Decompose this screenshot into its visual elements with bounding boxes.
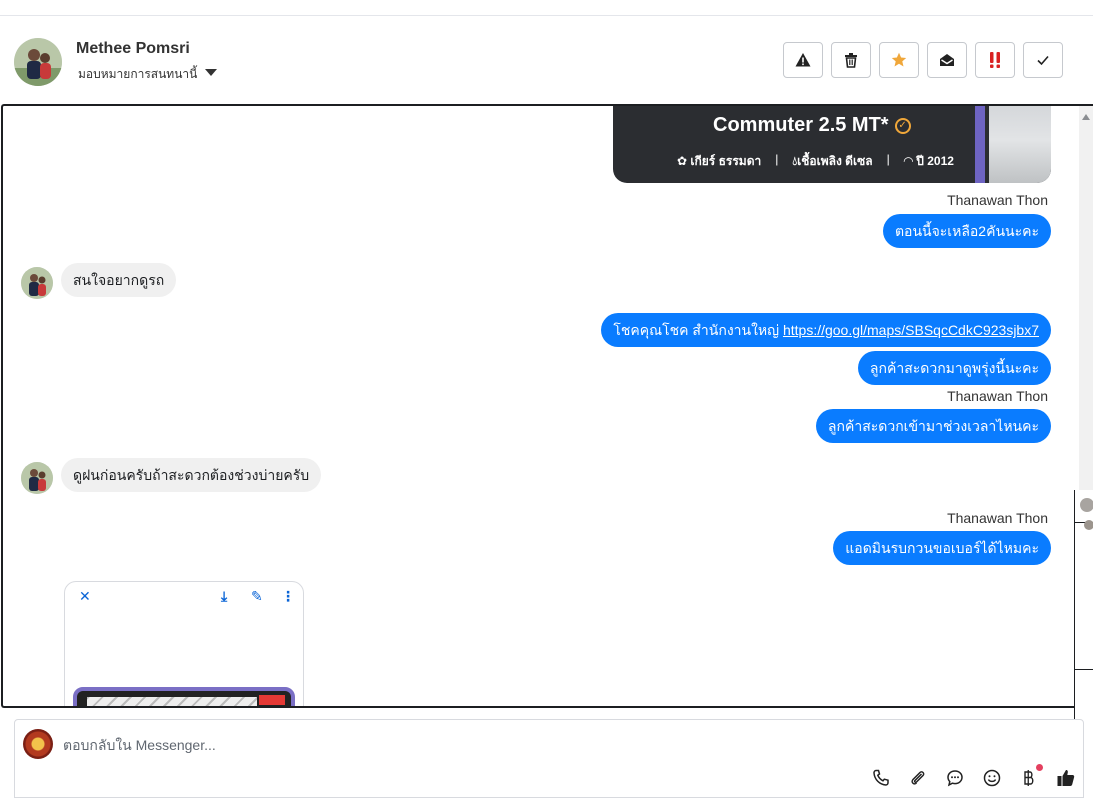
phone-icon[interactable] bbox=[871, 768, 891, 788]
contact-avatar-small bbox=[21, 267, 53, 299]
conversation-actions bbox=[783, 42, 1063, 78]
baht-icon[interactable] bbox=[1019, 764, 1043, 788]
thumbs-up-icon[interactable] bbox=[1056, 768, 1076, 788]
message-text: โชคคุณโชค สำนักงานใหญ่ bbox=[613, 322, 783, 338]
year-spec: ◠ ปี 2012 bbox=[904, 152, 954, 171]
contact-avatar[interactable] bbox=[14, 38, 62, 86]
more-options-icon[interactable]: ⋮ bbox=[281, 588, 295, 605]
gear-icon: ✿ bbox=[677, 154, 691, 168]
gear-spec-text: เกียร์ ธรรมดา bbox=[690, 154, 762, 168]
gear-spec: ✿ เกียร์ ธรรมดา bbox=[677, 152, 761, 171]
spec-separator: | bbox=[886, 152, 890, 166]
edit-icon[interactable]: ✎ bbox=[251, 588, 263, 605]
star-button[interactable] bbox=[879, 42, 919, 78]
outgoing-message[interactable]: แอดมินรบกวนขอเบอร์ได้ไหมคะ bbox=[833, 531, 1051, 565]
contact-avatar-small bbox=[21, 462, 53, 494]
vehicle-title: Commuter 2.5 MT* ✓ bbox=[713, 114, 911, 137]
card-accent-strip bbox=[975, 106, 985, 183]
maps-link[interactable]: https://goo.gl/maps/SBSqcCdkC923sjbx7 bbox=[783, 322, 1039, 338]
done-button[interactable] bbox=[1023, 42, 1063, 78]
messenger-inbox-page: Methee Pomsri มอบหมายการสนทนานี้ Commute… bbox=[0, 0, 1093, 798]
notification-dot bbox=[1036, 764, 1043, 771]
emoji-icon[interactable] bbox=[982, 768, 1002, 788]
outgoing-message[interactable]: ลูกค้าสะดวกมาดูพรุ่งนี้นะคะ bbox=[857, 351, 1051, 385]
thumbnail-content bbox=[87, 697, 257, 706]
outgoing-message-with-link[interactable]: โชคคุณโชค สำนักงานใหญ่ https://goo.gl/ma… bbox=[601, 313, 1051, 347]
check-icon bbox=[1037, 55, 1049, 66]
spec-separator: | bbox=[775, 152, 779, 166]
double-exclamation-icon bbox=[990, 52, 1000, 68]
image-viewer-popup[interactable]: ✕ ⤓ ✎ ⋮ bbox=[64, 581, 304, 706]
side-panel-box bbox=[1075, 522, 1093, 670]
sender-name: Thanawan Thon bbox=[947, 388, 1048, 404]
vehicle-photo[interactable] bbox=[989, 106, 1051, 183]
incoming-message[interactable]: สนใจอยากดูรถ bbox=[61, 263, 177, 297]
delete-button[interactable] bbox=[831, 42, 871, 78]
paperclip-icon[interactable] bbox=[908, 768, 928, 788]
avatar bbox=[1080, 498, 1093, 512]
gauge-icon: ◠ bbox=[903, 154, 917, 168]
year-spec-text: ปี 2012 bbox=[916, 154, 954, 168]
reply-input[interactable]: ตอบกลับใน Messenger... bbox=[63, 735, 216, 757]
vehicle-title-text: Commuter 2.5 MT* bbox=[713, 114, 889, 136]
sender-name: Thanawan Thon bbox=[947, 192, 1048, 208]
download-icon[interactable]: ⤓ bbox=[221, 588, 227, 605]
scroll-up-arrow-icon[interactable] bbox=[1082, 114, 1090, 120]
conversation-header: Methee Pomsri มอบหมายการสนทนานี้ bbox=[0, 16, 1093, 104]
incoming-message[interactable]: ดูฝนก่อนครับถ้าสะดวกต้องช่วงบ่ายครับ bbox=[61, 458, 322, 492]
chat-bubble-icon[interactable] bbox=[945, 768, 965, 788]
spam-button[interactable] bbox=[783, 42, 823, 78]
outgoing-message[interactable]: ลูกค้าสะดวกเข้ามาช่วงเวลาไหนคะ bbox=[815, 409, 1051, 443]
contact-name[interactable]: Methee Pomsri bbox=[76, 40, 190, 58]
thumbnail-badge bbox=[259, 695, 285, 705]
warning-icon bbox=[795, 53, 811, 67]
envelope-open-icon bbox=[940, 54, 954, 66]
image-thumbnail[interactable] bbox=[73, 687, 295, 706]
reply-composer: ตอบกลับใน Messenger... bbox=[14, 719, 1084, 798]
sender-name: Thanawan Thon bbox=[947, 510, 1048, 526]
outgoing-message[interactable]: ตอนนี้จะเหลือ2คันนะคะ bbox=[882, 214, 1051, 248]
message-thread[interactable]: Commuter 2.5 MT* ✓ ✿ เกียร์ ธรรมดา | 💧︎เ… bbox=[1, 104, 1093, 708]
close-icon[interactable]: ✕ bbox=[79, 588, 91, 605]
composer-toolbar bbox=[871, 764, 1076, 788]
follow-up-button[interactable] bbox=[975, 42, 1015, 78]
verified-check-icon: ✓ bbox=[894, 117, 911, 134]
assign-conversation-dropdown[interactable]: มอบหมายการสนทนานี้ bbox=[78, 65, 218, 84]
caret-down-icon bbox=[205, 69, 218, 76]
fuel-spec: 💧︎เชื้อเพลิง ดีเซล bbox=[792, 152, 872, 171]
vehicle-specs: ✿ เกียร์ ธรรมดา | 💧︎เชื้อเพลิง ดีเซล | ◠… bbox=[677, 152, 954, 171]
avatar bbox=[1084, 520, 1093, 530]
vehicle-listing-card[interactable]: Commuter 2.5 MT* ✓ ✿ เกียร์ ธรรมดา | 💧︎เ… bbox=[613, 106, 1051, 183]
star-icon bbox=[891, 52, 907, 67]
mark-unread-button[interactable] bbox=[927, 42, 967, 78]
page-avatar bbox=[23, 729, 53, 759]
assign-label: มอบหมายการสนทนานี้ bbox=[78, 67, 198, 81]
fuel-spec-text: เชื้อเพลิง ดีเซล bbox=[797, 154, 873, 168]
trash-icon bbox=[845, 53, 857, 68]
